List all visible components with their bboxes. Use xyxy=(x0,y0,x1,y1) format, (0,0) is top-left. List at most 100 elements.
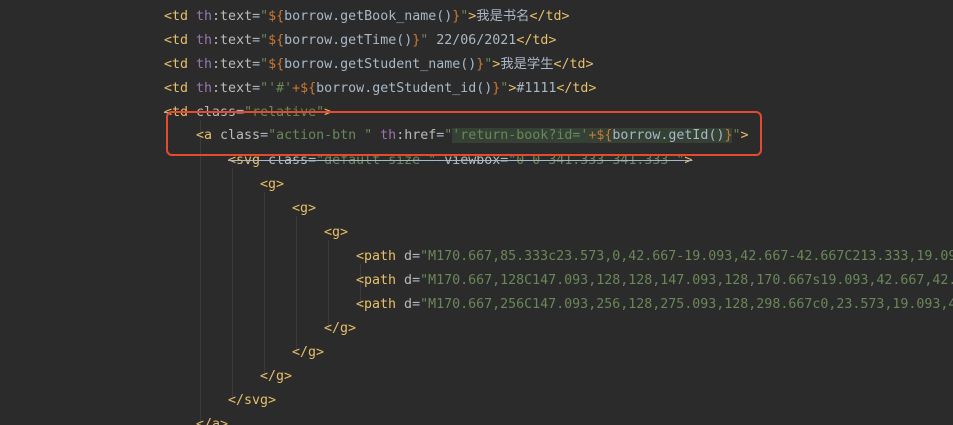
code-token: th xyxy=(196,81,213,96)
indent-guide xyxy=(232,168,233,398)
code-token: d xyxy=(404,249,413,264)
code-token: <td xyxy=(164,81,197,96)
code-token: ${ xyxy=(268,9,285,24)
code-line[interactable]: <path d="M170.667,256C147.093,256,128,27… xyxy=(356,293,953,317)
code-line[interactable]: <td th:text="${borrow.getTime()}" 22/06/… xyxy=(164,29,556,53)
code-token: <path xyxy=(356,249,405,264)
code-token: <td xyxy=(164,33,197,48)
code-token: = xyxy=(260,128,269,143)
code-line[interactable]: <g> xyxy=(260,173,284,197)
code-token: " xyxy=(260,33,269,48)
code-line[interactable]: <td th:text="'#'+${borrow.getStudent_id(… xyxy=(164,77,596,101)
code-token: 我是书名 xyxy=(476,9,530,24)
code-line[interactable]: </svg> xyxy=(228,389,276,413)
code-token: class xyxy=(196,105,237,120)
code-token: class xyxy=(268,153,309,168)
code-line[interactable]: <path d="M170.667,128C147.093,128,128,14… xyxy=(356,269,953,293)
code-token: </td> xyxy=(556,81,597,96)
code-token: <path xyxy=(356,273,405,288)
code-token: </td> xyxy=(529,9,570,24)
code-token: borrow.getStudent_id() xyxy=(316,81,493,96)
indent-guide xyxy=(296,216,297,354)
code-token: = xyxy=(252,81,261,96)
code-line[interactable]: <td th:text="${borrow.getStudent_name()}… xyxy=(164,53,594,77)
code-token: "action-btn " xyxy=(268,128,373,143)
code-line[interactable]: </g> xyxy=(260,365,292,389)
code-token: borrow.getStudent_name() xyxy=(284,57,477,72)
code-token: = xyxy=(308,153,317,168)
code-token: "0 0 341.333 341.333 " xyxy=(508,153,685,168)
code-token: = xyxy=(412,249,421,264)
code-token: th xyxy=(196,9,213,24)
code-token: borrow.getId() xyxy=(612,128,725,143)
code-token: borrow.getBook_name() xyxy=(284,9,453,24)
code-token: </g> xyxy=(324,321,357,336)
code-token: borrow.getTime() xyxy=(284,33,413,48)
indent-guide xyxy=(200,120,201,425)
code-token: ${ xyxy=(268,57,285,72)
code-line[interactable]: </g> xyxy=(324,317,356,341)
code-token: "M170.667,256C147.093,256,128,275.093,12… xyxy=(420,297,953,312)
code-line[interactable]: <g> xyxy=(324,221,348,245)
code-line[interactable]: <g> xyxy=(292,197,316,221)
code-token: "default-size " xyxy=(316,153,437,168)
code-token: </a> xyxy=(196,417,229,425)
code-token: 22/06/2021 xyxy=(428,33,517,48)
code-token: +${ xyxy=(588,128,613,143)
code-line[interactable]: </a> xyxy=(196,413,228,425)
code-token: <svg xyxy=(228,153,269,168)
code-token: " xyxy=(260,57,269,72)
code-token: <g> xyxy=(292,201,317,216)
indent-guide xyxy=(264,192,265,377)
code-token: viewbox xyxy=(444,153,501,168)
code-line[interactable]: <svg class="default-size " viewbox="0 0 … xyxy=(228,149,692,173)
code-token: th xyxy=(380,128,397,143)
code-line[interactable]: <path d="M170.667,85.333c23.573,0,42.667… xyxy=(356,245,953,269)
code-line[interactable]: <a class="action-btn " th:href="'return-… xyxy=(196,124,749,148)
code-token: </svg> xyxy=(228,393,277,408)
code-line[interactable]: <td th:text="${borrow.getBook_name()}">我… xyxy=(164,5,570,29)
code-token: <td xyxy=(164,105,197,120)
code-token: <path xyxy=(356,297,405,312)
code-token: 'return-book?id=' xyxy=(452,128,589,143)
code-token: </td> xyxy=(516,33,557,48)
code-token: > xyxy=(324,105,333,120)
code-line[interactable]: </g> xyxy=(292,341,324,365)
code-token: :text xyxy=(212,33,253,48)
code-token: </td> xyxy=(553,57,594,72)
code-token: th xyxy=(196,57,213,72)
code-token: " xyxy=(260,9,269,24)
code-token: :text xyxy=(212,81,253,96)
code-token: <a xyxy=(196,128,221,143)
code-token: +${ xyxy=(292,81,317,96)
code-token: = xyxy=(236,105,245,120)
code-token: #1111 xyxy=(516,81,557,96)
code-token: = xyxy=(252,33,261,48)
code-token: :text xyxy=(212,57,253,72)
code-editor[interactable]: <td th:text="${borrow.getBook_name()}">我… xyxy=(0,0,953,425)
code-token: ${ xyxy=(268,33,285,48)
code-token: = xyxy=(412,297,421,312)
code-token: <td xyxy=(164,9,197,24)
code-token: d xyxy=(404,297,413,312)
code-token: "relative" xyxy=(244,105,325,120)
code-token: <g> xyxy=(260,177,285,192)
code-token: = xyxy=(412,273,421,288)
code-token: "M170.667,85.333c23.573,0,42.667-19.093,… xyxy=(420,249,953,264)
code-token: = xyxy=(252,57,261,72)
code-token: </g> xyxy=(292,345,325,360)
code-token: "M170.667,128C147.093,128,128,147.093,12… xyxy=(420,273,953,288)
code-token: 我是学生 xyxy=(500,57,554,72)
code-token: <td xyxy=(164,57,197,72)
code-token: class xyxy=(220,128,261,143)
code-token: = xyxy=(252,9,261,24)
code-token: > xyxy=(740,128,749,143)
code-token: > xyxy=(684,153,693,168)
code-token: th xyxy=(196,33,213,48)
code-line[interactable]: <td class="relative"> xyxy=(164,101,332,125)
code-token: :href xyxy=(396,128,437,143)
code-token: :text xyxy=(212,9,253,24)
code-token: "'#' xyxy=(260,81,293,96)
